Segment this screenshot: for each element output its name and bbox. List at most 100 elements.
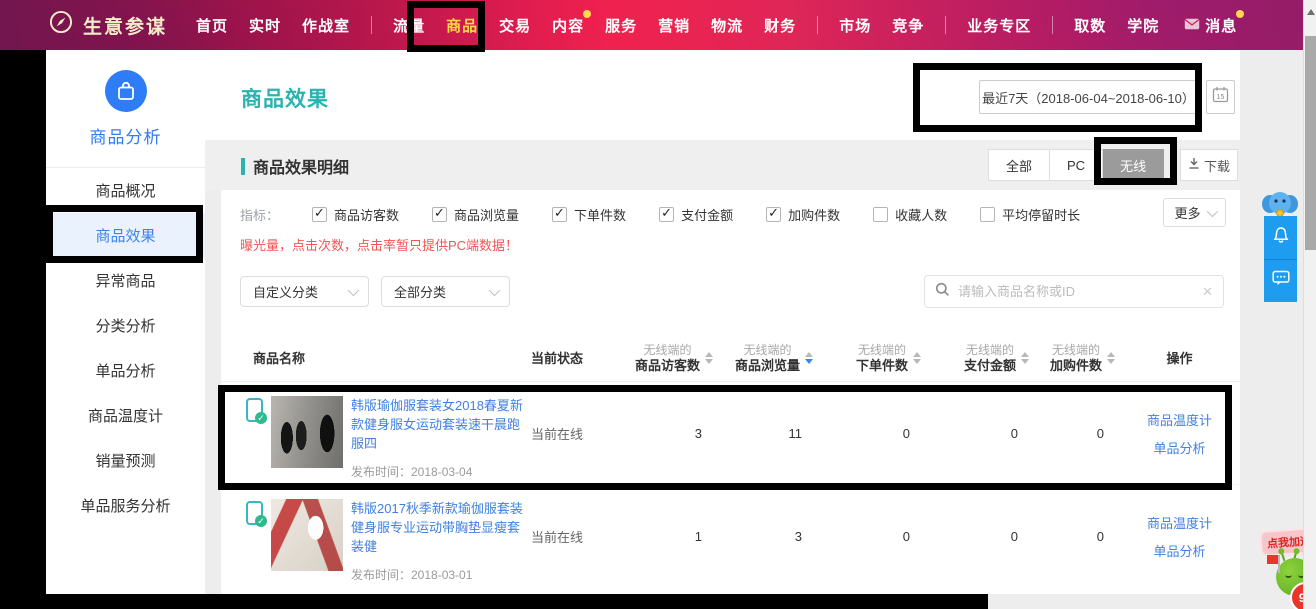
nav-item-product[interactable]: 商品 — [446, 11, 478, 40]
checkbox-icon — [980, 207, 995, 222]
product-image[interactable] — [271, 396, 343, 468]
metric-checkbox-cart-adds[interactable]: 加购件数 — [766, 205, 840, 224]
page-title: 商品效果 — [241, 83, 329, 113]
scroll-up-arrow-icon[interactable] — [1307, 9, 1315, 15]
mobile-device-icon: ✓ — [246, 501, 263, 525]
sidebar-item-single-item-analysis[interactable]: 单品分析 — [46, 348, 205, 393]
sidebar-item-category-analysis[interactable]: 分类分析 — [46, 303, 205, 348]
checkbox-icon — [432, 207, 447, 222]
red-flag-icon — [1267, 555, 1278, 564]
app-name: 生意参谋 — [83, 12, 167, 39]
product-thermometer-link[interactable]: 商品温度计 — [1147, 513, 1212, 532]
pageviews-value: 11 — [717, 382, 817, 484]
calendar-button[interactable]: 15 — [1206, 80, 1235, 114]
sidebar-item-item-service-analysis[interactable]: 单品服务分析 — [46, 483, 205, 528]
sidebar-item-product-thermometer[interactable]: 商品温度计 — [46, 393, 205, 438]
metric-checkbox-pageviews[interactable]: 商品浏览量 — [432, 205, 519, 224]
tab-all-devices[interactable]: 全部 — [988, 149, 1050, 181]
column-header-wireless-pageviews[interactable]: 无线端的商品浏览量 — [717, 334, 817, 381]
search-input[interactable] — [958, 284, 1194, 299]
metric-checkbox-orders[interactable]: 下单件数 — [552, 205, 626, 224]
product-title-link[interactable]: 韩版2017秋季新款瑜伽服套装健身服专业运动带胸垫显瘦套装健 — [351, 499, 531, 556]
nav-item-content[interactable]: 内容 — [552, 11, 584, 40]
download-button[interactable]: 下载 — [1180, 149, 1238, 181]
metric-checkbox-visitors[interactable]: 商品访客数 — [312, 205, 399, 224]
column-header-wireless-payment[interactable]: 无线端的支付金额 — [925, 334, 1033, 381]
section-toolbar: 商品效果明细 全部 PC 无线 下载 — [205, 140, 1240, 190]
nav-item-finance[interactable]: 财务 — [764, 11, 796, 40]
notification-bell-button[interactable] — [1264, 216, 1297, 259]
sort-arrows-icon[interactable] — [1107, 352, 1115, 364]
nav-item-logistics[interactable]: 物流 — [711, 11, 743, 40]
sort-arrows-icon[interactable] — [1021, 352, 1029, 364]
sort-arrows-icon[interactable] — [805, 352, 813, 364]
single-item-analysis-link[interactable]: 单品分析 — [1153, 438, 1205, 457]
download-icon — [1188, 157, 1200, 173]
more-metrics-button[interactable]: 更多 — [1163, 198, 1226, 227]
chevron-down-icon — [1206, 205, 1217, 216]
payment-value: 0 — [925, 485, 1033, 588]
tab-pc[interactable]: PC — [1050, 149, 1103, 181]
page-scrollbar[interactable] — [1303, 0, 1316, 609]
custom-category-dropdown[interactable]: 自定义分类 — [240, 276, 369, 307]
date-range-selector[interactable]: 最近7天（2018-06-04~2018-06-10） — [979, 80, 1198, 114]
app-logo[interactable]: 生意参谋 — [48, 9, 167, 41]
scrollbar-thumb[interactable] — [1305, 36, 1316, 250]
nav-item-warroom[interactable]: 作战室 — [302, 11, 350, 40]
product-image[interactable] — [271, 499, 343, 571]
nav-item-academy[interactable]: 学院 — [1127, 11, 1159, 40]
visitors-value: 3 — [621, 382, 717, 484]
left-black-band — [0, 50, 46, 609]
orders-value: 0 — [817, 485, 925, 588]
product-thermometer-link[interactable]: 商品温度计 — [1147, 410, 1212, 429]
product-title-link[interactable]: 韩版瑜伽服套装女2018春夏新款健身服女运动套装速干晨跑服四 — [351, 396, 531, 453]
all-category-dropdown[interactable]: 全部分类 — [381, 276, 510, 307]
nav-divider — [371, 16, 372, 34]
metric-checkbox-avg-stay[interactable]: 平均停留时长 — [980, 205, 1080, 224]
sidebar-section-title: 商品分析 — [46, 123, 205, 148]
product-cell: ✓ 韩版瑜伽服套装女2018春夏新款健身服女运动套装速干晨跑服四 发布时间：20… — [221, 382, 531, 484]
sidebar-section-header: 商品分析 — [46, 50, 205, 148]
nav-item-competition[interactable]: 竞争 — [892, 11, 924, 40]
nav-item-marketing[interactable]: 营销 — [658, 11, 690, 40]
nav-item-data-extract[interactable]: 取数 — [1074, 11, 1106, 40]
nav-item-traffic[interactable]: 流量 — [393, 11, 425, 40]
nav-item-business-zone[interactable]: 业务专区 — [967, 11, 1031, 40]
sidebar-item-product-effect[interactable]: 商品效果 — [46, 213, 205, 258]
clear-search-icon[interactable]: ✕ — [1202, 284, 1213, 300]
column-header-wireless-visitors[interactable]: 无线端的商品访客数 — [621, 334, 717, 381]
single-item-analysis-link[interactable]: 单品分析 — [1153, 541, 1205, 560]
column-header-wireless-cart-adds[interactable]: 无线端的加购件数 — [1033, 334, 1119, 381]
nav-item-market[interactable]: 市场 — [839, 11, 871, 40]
metric-checkbox-favorites[interactable]: 收藏人数 — [873, 205, 947, 224]
sort-arrows-icon[interactable] — [705, 352, 713, 364]
shopping-bag-icon — [105, 70, 147, 112]
nav-item-realtime[interactable]: 实时 — [249, 11, 281, 40]
column-header-wireless-orders[interactable]: 无线端的下单件数 — [817, 334, 925, 381]
sort-arrows-icon[interactable] — [913, 352, 921, 364]
metric-checkbox-payment[interactable]: 支付金额 — [659, 205, 733, 224]
feedback-chat-button[interactable] — [1264, 259, 1297, 303]
nav-item-trade[interactable]: 交易 — [499, 11, 531, 40]
sidebar-item-sales-forecast[interactable]: 销量预测 — [46, 438, 205, 483]
status-cell: 当前在线 — [531, 485, 621, 588]
column-header-actions: 操作 — [1119, 334, 1240, 381]
nav-item-service[interactable]: 服务 — [605, 11, 637, 40]
nav-item-messages[interactable]: 消息 — [1184, 11, 1237, 40]
sidebar-item-product-overview[interactable]: 商品概况 — [46, 168, 205, 213]
category-filter-row: 自定义分类 全部分类 — [240, 276, 510, 307]
nav-item-home[interactable]: 首页 — [196, 11, 228, 40]
product-cell: ✓ 韩版2017秋季新款瑜伽服套装健身服专业运动带胸垫显瘦套装健 发布时间：20… — [221, 485, 531, 588]
table-row: ✓ 韩版瑜伽服套装女2018春夏新款健身服女运动套装速干晨跑服四 发布时间：20… — [221, 382, 1240, 485]
visitors-value: 1 — [621, 485, 717, 588]
cart-adds-value: 0 — [1033, 485, 1119, 588]
chat-bubble-icon — [1271, 268, 1291, 293]
sidebar-item-abnormal-products[interactable]: 异常商品 — [46, 258, 205, 303]
compass-icon — [48, 9, 74, 41]
check-badge-icon: ✓ — [255, 412, 267, 424]
tab-wireless[interactable]: 无线 — [1103, 149, 1164, 181]
envelope-icon — [1184, 17, 1200, 34]
metric-filter-label: 指标： — [240, 205, 279, 224]
nav-divider — [945, 16, 946, 34]
actions-cell: 商品温度计 单品分析 — [1119, 485, 1240, 588]
